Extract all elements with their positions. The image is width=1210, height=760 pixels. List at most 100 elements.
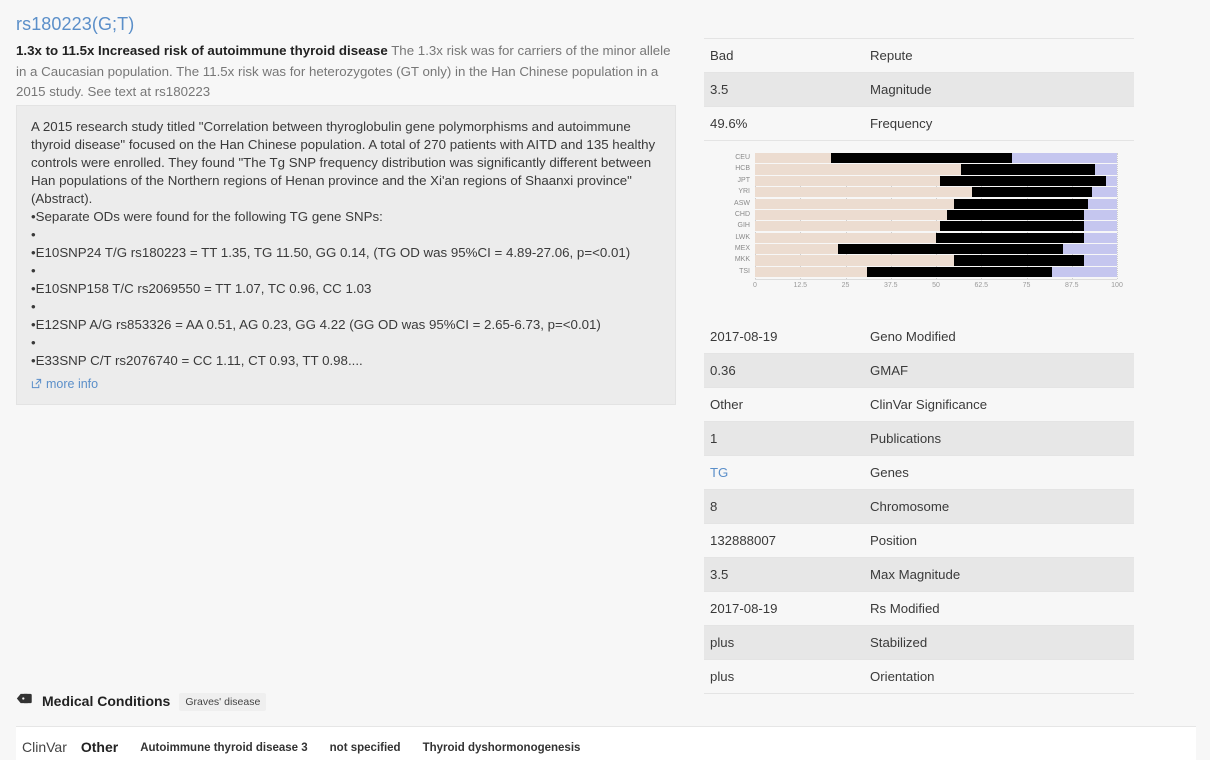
table-cell-key: Chromosome xyxy=(864,489,1134,524)
clinvar-source-label[interactable]: ClinVar xyxy=(22,739,67,755)
table-row: plus Stabilized xyxy=(704,625,1134,660)
table-row: Other ClinVar Significance xyxy=(704,387,1134,422)
table-cell-value: Other xyxy=(704,387,864,422)
chart-bar-segment-a xyxy=(755,266,868,277)
chart-x-tick: 75 xyxy=(1022,282,1031,289)
table-cell-key: Frequency xyxy=(864,106,1134,141)
table-cell-key: Rs Modified xyxy=(864,591,1134,626)
right-column-details: 2017-08-19 Geno Modified 0.36 GMAF Other Clin… xyxy=(704,320,1134,694)
chart-y-label: MKK xyxy=(734,256,750,264)
chart-bar-segment-b xyxy=(831,153,1013,164)
table-cell-value: 3.5 xyxy=(704,557,864,592)
chart-bar-segment-c xyxy=(1062,244,1117,255)
chart-y-label: TSI xyxy=(739,267,750,275)
chart-x-tick: 25 xyxy=(841,282,850,289)
chart-x-tick: 0 xyxy=(753,282,757,289)
chart-bar-segment-c xyxy=(1084,209,1117,221)
chart-y-label: CHD xyxy=(734,210,750,218)
snpedia-variant-page: rs180223(G;T) 1.3x to 11.5x Increased ri… xyxy=(0,0,1210,760)
population-frequency-chart: CEU HCB JPT YRI ASW CHD GIH LWK MEX MKK TSI 0 12.5 2… xyxy=(704,145,1134,305)
chart-y-label: CEU xyxy=(735,154,750,161)
chart-bar-row: ASW xyxy=(734,198,1117,209)
clinvar-condition-item[interactable]: not specified xyxy=(330,742,401,754)
table-cell-value: 132888007 xyxy=(704,523,864,558)
table-row: 132888007 Position xyxy=(704,523,1134,558)
chart-x-tick: 87.5 xyxy=(1064,282,1079,289)
chart-x-tick: 37.5 xyxy=(883,282,898,289)
description-line: •E10SNP24 T/G rs180223 = TT 1.35, TG 11.… xyxy=(31,245,631,260)
chart-bar-segment-c xyxy=(1012,153,1117,164)
chart-bar-segment-b xyxy=(939,221,1085,232)
chart-bar-segment-b xyxy=(954,198,1089,209)
page-title: rs180223(G;T) xyxy=(16,14,135,34)
summary-table: Bad Repute 3.5 Magnitude 49.6% Frequency xyxy=(704,38,1134,141)
clinvar-significance: Other xyxy=(80,738,119,755)
chart-bar-segment-c xyxy=(1084,232,1117,243)
chart-x-tick: 62.5 xyxy=(974,282,989,289)
chart-bar-segment-a xyxy=(755,209,947,221)
table-cell-value: 8 xyxy=(704,489,864,524)
more-info-link[interactable]: more info xyxy=(31,375,98,394)
table-cell-key: Repute xyxy=(864,38,1134,73)
clinvar-conditions: Autoimmune thyroid disease 3 not specifie… xyxy=(140,738,602,756)
chart-plot-area: CEU HCB JPT YRI ASW CHD GIH LWK MEX MKK TSI xyxy=(734,153,1117,279)
chart-bar-row: MEX xyxy=(735,244,1117,255)
chart-y-label: GIH xyxy=(737,222,750,230)
chart-bar-row: YRI xyxy=(738,187,1117,198)
chart-bar-segment-b xyxy=(939,175,1107,186)
chart-bar-segment-c xyxy=(1084,255,1117,266)
chart-bar-segment-a xyxy=(755,198,955,209)
chart-bar-segment-a xyxy=(755,232,936,243)
chart-bar-segment-c xyxy=(1095,164,1117,175)
table-cell-key: Position xyxy=(864,523,1134,558)
chart-bar-segment-c xyxy=(1106,175,1117,186)
table-cell-key: Max Magnitude xyxy=(864,557,1134,592)
chart-bar-segment-b xyxy=(946,209,1085,221)
study-description-box: A 2015 research study titled "Correlatio… xyxy=(16,105,676,405)
chart-bar-segment-a xyxy=(755,187,973,198)
chart-bar-segment-a xyxy=(755,244,839,255)
chart-bar-segment-c xyxy=(1088,198,1117,209)
medical-condition-chip[interactable]: Graves' disease xyxy=(179,693,267,711)
chart-bar-segment-b xyxy=(961,164,1096,175)
clinvar-condition-item[interactable]: Thyroid dyshormonogenesis xyxy=(423,742,581,754)
table-cell-key: Stabilized xyxy=(864,625,1134,660)
chart-bar-row: GIH xyxy=(738,221,1117,232)
chart-y-label: HCB xyxy=(735,165,750,173)
right-column: Bad Repute 3.5 Magnitude 49.6% Frequency xyxy=(704,0,1134,141)
clinvar-condition-item[interactable]: Autoimmune thyroid disease 3 xyxy=(140,742,307,754)
chart-bar-segment-c xyxy=(1091,187,1117,198)
chart-x-tick: 100 xyxy=(1111,282,1123,289)
table-cell-key: Genes xyxy=(864,455,1134,490)
chart-bar-row: MKK xyxy=(735,255,1117,266)
table-cell-value: 49.6% xyxy=(704,106,864,141)
chart-bar-row: LWK xyxy=(735,232,1117,243)
description-line: • xyxy=(31,335,36,350)
table-row: 3.5 Magnitude xyxy=(704,72,1134,107)
chart-bar-row: HCB xyxy=(735,164,1117,175)
chart-y-label: LWK xyxy=(735,233,750,241)
chart-bar-segment-a xyxy=(755,153,832,164)
chart-bar-row: CEU xyxy=(735,153,1117,164)
description-line: •Separate ODs were found for the followi… xyxy=(31,209,383,224)
chart-y-label: YRI xyxy=(738,188,750,196)
table-cell-key: Geno Modified xyxy=(864,320,1134,354)
chart-bar-segment-a xyxy=(755,175,940,186)
chart-bar-segment-a xyxy=(755,164,962,175)
description-line: • xyxy=(31,299,36,314)
chart-x-tick: 50 xyxy=(932,282,940,289)
clinvar-row: ClinVar Other Autoimmune thyroid disease… xyxy=(16,726,1196,760)
table-row: 3.5 Max Magnitude xyxy=(704,557,1134,592)
chart-bar-segment-b xyxy=(936,232,1085,243)
gene-link[interactable]: TG xyxy=(710,465,728,480)
medical-condition-chips: Graves' disease xyxy=(179,692,267,711)
table-row: 2017-08-19 Rs Modified xyxy=(704,591,1134,626)
table-cell-value: plus xyxy=(704,659,864,694)
table-cell-key: ClinVar Significance xyxy=(864,387,1134,422)
external-link-icon xyxy=(31,376,42,394)
table-row: 1 Publications xyxy=(704,421,1134,456)
chart-bar-row: JPT xyxy=(738,175,1117,186)
description-line: •E10SNP158 T/C rs2069550 = TT 1.07, TC 0… xyxy=(31,281,372,296)
medical-conditions-section: Medical Conditions Graves' disease xyxy=(16,692,267,711)
description-line: •E12SNP A/G rs853326 = AA 0.51, AG 0.23,… xyxy=(31,317,601,332)
